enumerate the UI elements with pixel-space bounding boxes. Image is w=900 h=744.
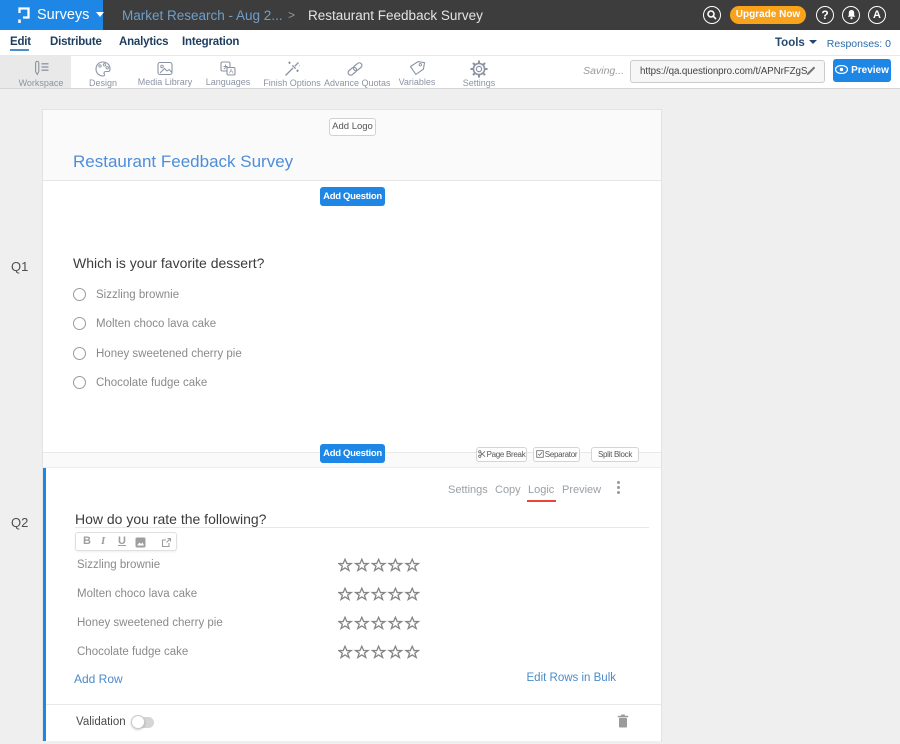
svg-text:A: A: [229, 69, 234, 76]
